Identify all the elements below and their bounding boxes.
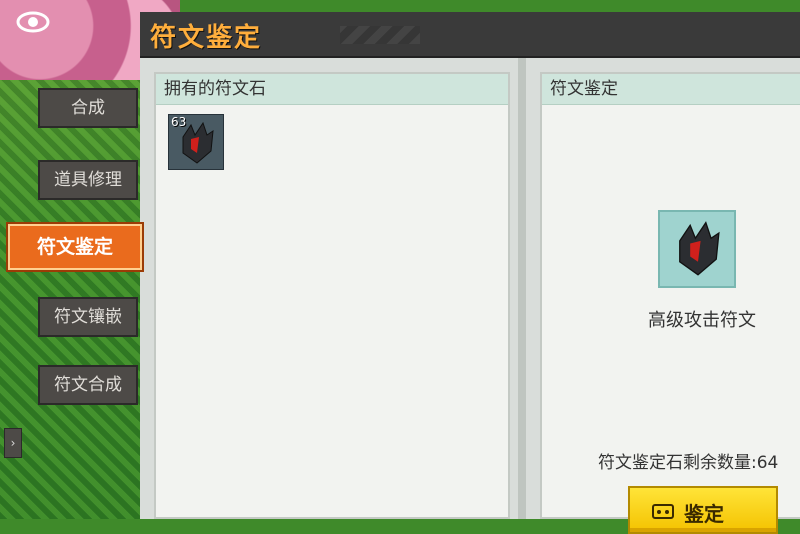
gamepad-icon [652,504,674,519]
owned-runes-pane: 拥有的符文石 63 [154,72,510,519]
eye-icon[interactable] [16,8,50,36]
rune-stone-icon [679,221,720,276]
tab-rune-synthesis[interactable]: 符文合成 [38,365,138,405]
rune-stone-slot[interactable]: 63 [168,114,224,170]
identify-button-label: 鉴定 [684,502,724,526]
tab-synthesis[interactable]: 合成 [38,88,138,128]
selected-rune-name: 高级攻击符文 [648,310,756,331]
tab-rune-inlay[interactable]: 符文镶嵌 [38,297,138,337]
rune-stone-icon [182,121,214,164]
owned-runes-header: 拥有的符文石 [156,74,508,105]
pane-divider [518,58,526,519]
title-decoration [340,26,420,44]
window-title: 符文鉴定 [150,23,263,53]
tab-item-repair[interactable]: 道具修理 [38,160,138,200]
main-panel: 拥有的符文石 63 符文鉴定 高级攻击符文 符文鉴定石剩余数量:64 鉴定 [140,58,800,534]
title-bar: 符文鉴定 [140,12,800,58]
tab-rune-identify[interactable]: 符文鉴定 [8,224,142,270]
identify-pane: 符文鉴定 高级攻击符文 符文鉴定石剩余数量:64 鉴定 [540,72,800,534]
identify-button[interactable]: 鉴定 [628,486,778,534]
selected-rune-slot[interactable] [658,210,736,288]
chevron-right-icon[interactable]: › [4,428,22,458]
identify-stone-remaining: 符文鉴定石剩余数量:64 [598,453,779,473]
identify-header: 符文鉴定 [542,74,800,105]
